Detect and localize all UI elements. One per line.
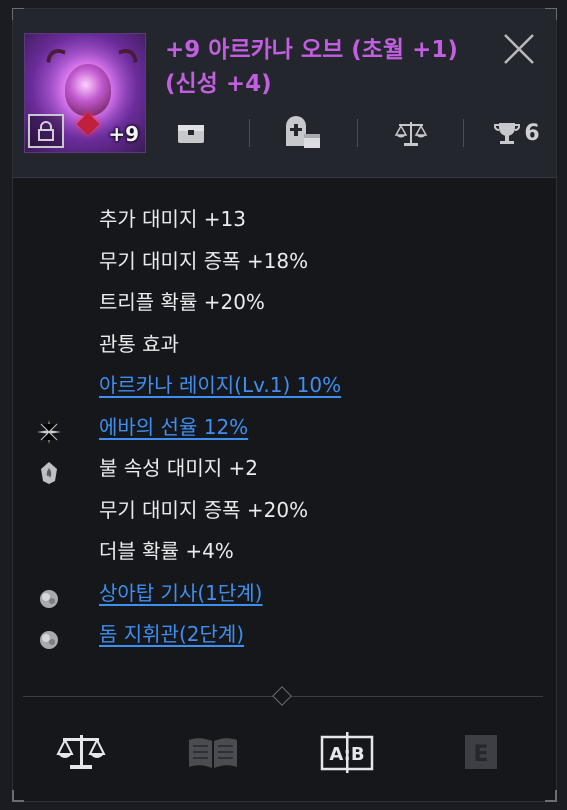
trophy-icon xyxy=(494,123,521,144)
stat-list: 추가 대미지 +13 무기 대미지 증폭 +18% 트리플 확률 +20% 관통 효과… xyxy=(13,199,556,656)
flame-rune-icon xyxy=(37,458,61,484)
key-e-button[interactable]: E xyxy=(453,727,509,777)
item-orb xyxy=(65,64,111,116)
set-orb-icon xyxy=(37,583,61,608)
corner-ornament xyxy=(12,790,24,802)
item-gem xyxy=(76,112,100,136)
item-title: +9 아르카나 오브 (초월 +1) (신성 +4) xyxy=(165,37,458,97)
stat-link[interactable]: 돔 지휘관(2단계) xyxy=(99,622,244,646)
stat-text: 무기 대미지 증폭 +20% xyxy=(99,497,309,522)
divider-ornament xyxy=(272,686,292,706)
corner-ornament xyxy=(545,790,557,802)
sparkle-icon xyxy=(37,417,61,444)
enhance-level: +9 xyxy=(108,122,139,146)
trophy-score: 6 xyxy=(487,113,547,153)
key-e-icon: E xyxy=(465,735,497,769)
stat-row[interactable]: 상아탑 기사(1단계) xyxy=(13,573,556,615)
balance-scale-icon xyxy=(56,735,106,769)
stat-row: 더블 확률 +4% xyxy=(13,531,556,573)
ab-label: A:B xyxy=(329,744,364,765)
item-image: +9 xyxy=(24,33,146,153)
stat-row[interactable]: 아르카나 레이지(Lv.1) 10% xyxy=(13,365,556,407)
lock-icon[interactable] xyxy=(28,114,64,148)
item-header: +9 +9 아르카나 오브 (초월 +1) (신성 +4) 6 xyxy=(13,9,556,178)
tomb-box-icon[interactable] xyxy=(277,113,327,153)
stat-row: 불 속성 대미지 +2 xyxy=(13,448,556,490)
item-attribute-icons: 6 xyxy=(165,113,545,153)
stat-row: 추가 대미지 +13 xyxy=(13,199,556,241)
close-icon xyxy=(504,34,534,64)
stat-row[interactable]: 돔 지휘관(2단계) xyxy=(13,614,556,656)
open-book-icon xyxy=(189,738,237,768)
stat-row[interactable]: 에바의 선율 12% xyxy=(13,407,556,449)
stat-row: 무기 대미지 증폭 +20% xyxy=(13,490,556,532)
stat-text: 불 속성 대미지 +2 xyxy=(99,456,258,480)
stat-text: 무기 대미지 증폭 +18% xyxy=(99,248,309,273)
balance-scale-icon[interactable] xyxy=(391,113,431,153)
stat-link[interactable]: 아르카나 레이지(Lv.1) 10% xyxy=(99,373,341,397)
stat-text: 트리플 확률 +20% xyxy=(99,290,265,314)
close-button[interactable] xyxy=(501,31,537,67)
stat-text: 더블 확률 +4% xyxy=(99,539,234,563)
stat-text: 추가 대미지 +13 xyxy=(99,207,246,231)
stat-row: 관통 효과 xyxy=(13,324,556,366)
ab-compare-icon: A:B xyxy=(320,732,374,773)
separator xyxy=(249,119,250,147)
stat-row: 트리플 확률 +20% xyxy=(13,282,556,324)
tooltip-footer: A:B E xyxy=(13,719,556,789)
collection-book-button[interactable] xyxy=(185,727,241,777)
compare-scale-button[interactable] xyxy=(53,727,109,777)
separator xyxy=(357,119,358,147)
stat-link[interactable]: 상아탑 기사(1단계) xyxy=(99,581,263,605)
stat-row: 무기 대미지 증폭 +18% xyxy=(13,241,556,283)
set-orb-icon xyxy=(37,624,61,649)
item-tooltip-panel: +9 +9 아르카나 오브 (초월 +1) (신성 +4) 6 추가 대미지 +… xyxy=(12,8,557,802)
stat-text: 관통 효과 xyxy=(99,331,179,356)
separator xyxy=(463,119,464,147)
chest-icon[interactable] xyxy=(171,113,211,153)
key-e-label: E xyxy=(473,742,488,767)
compare-ab-button[interactable]: A:B xyxy=(319,727,375,777)
item-score: 6 xyxy=(524,120,540,146)
stat-link[interactable]: 에바의 선율 12% xyxy=(99,415,248,439)
